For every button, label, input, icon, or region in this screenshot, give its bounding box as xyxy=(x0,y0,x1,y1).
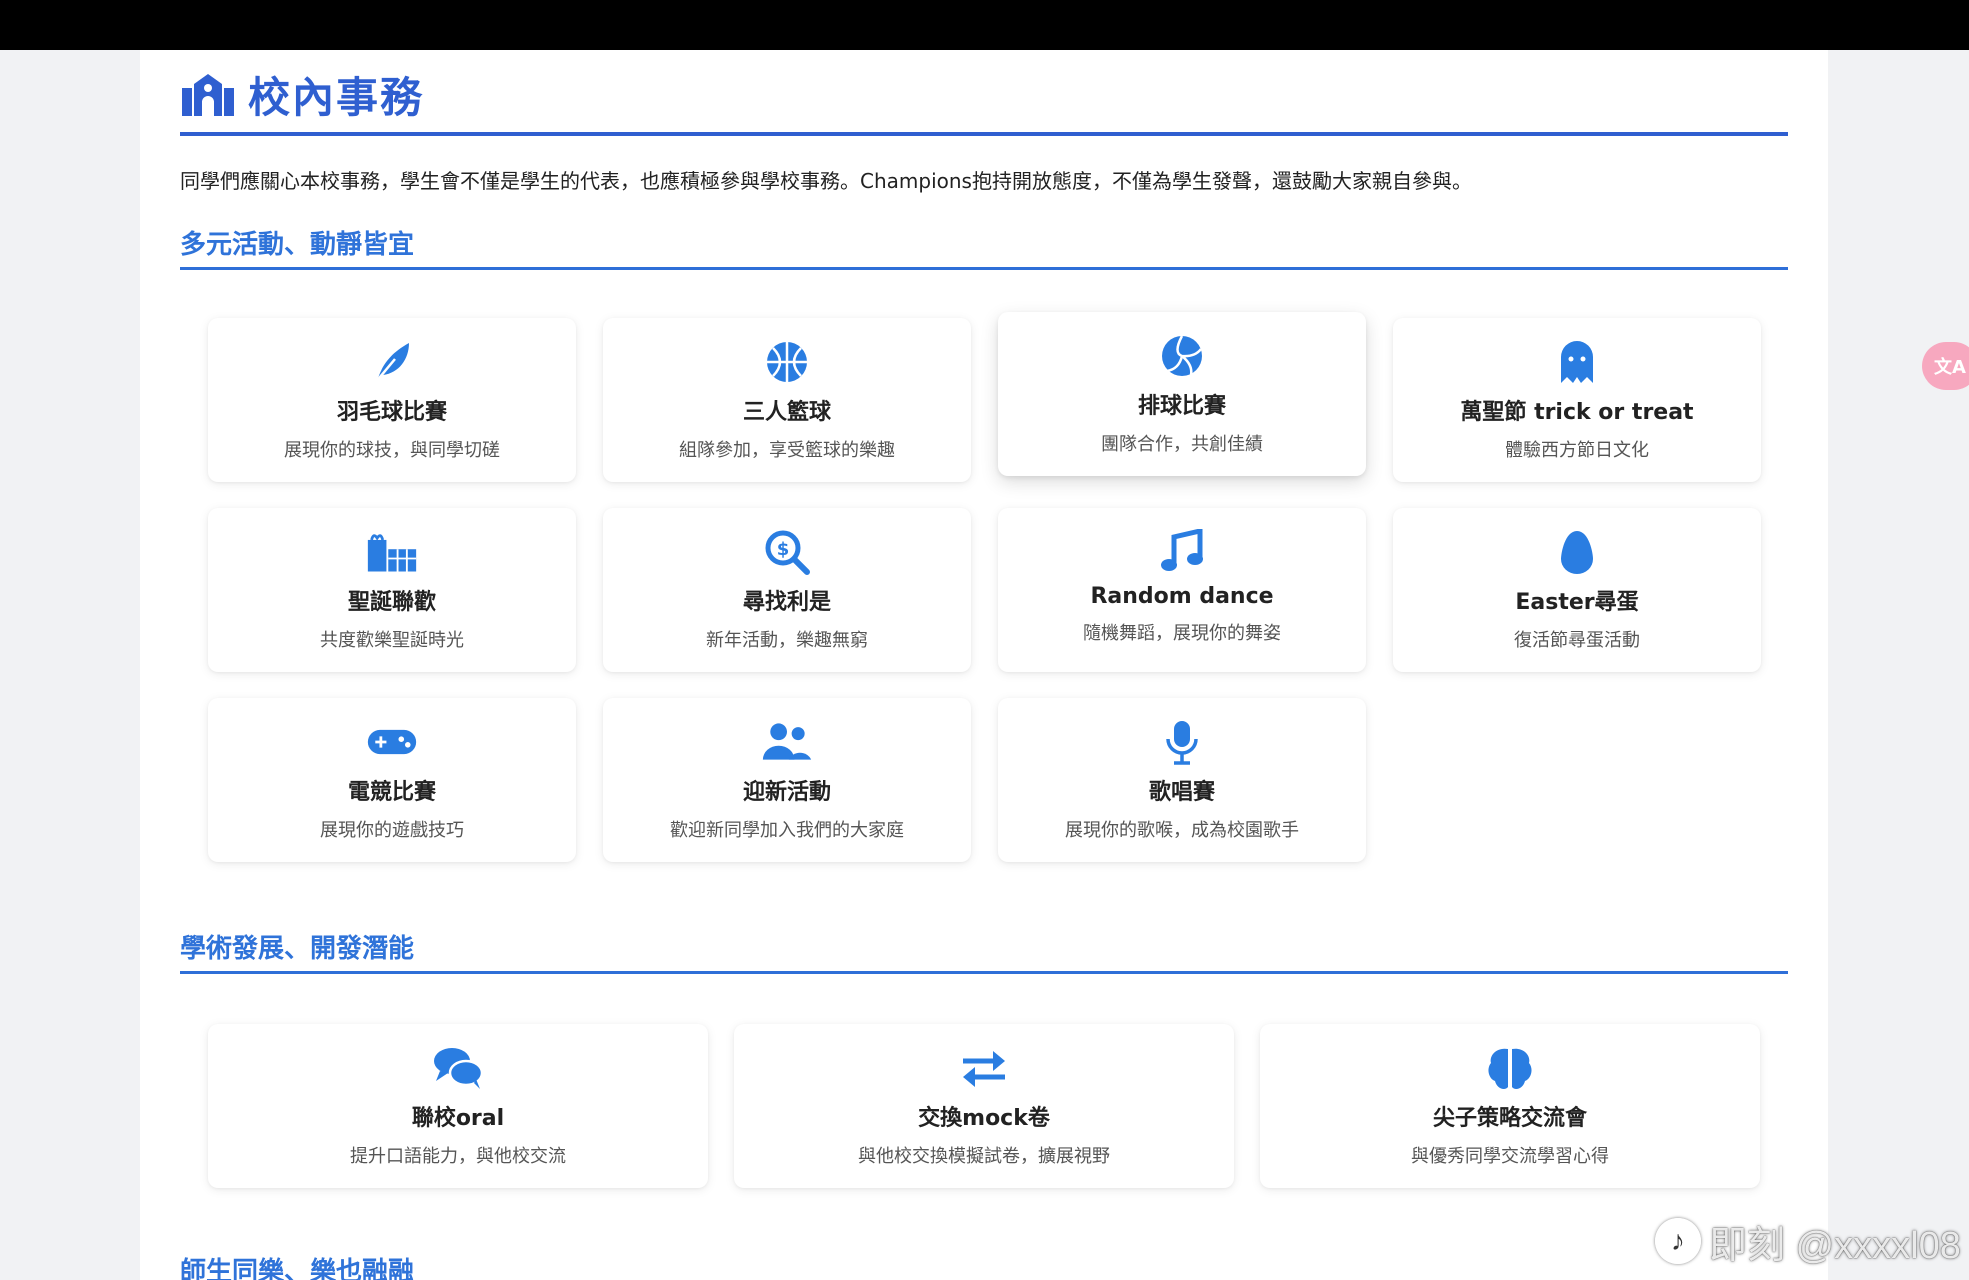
watermark: ♪ 即刻 @xxxxl08 xyxy=(1655,1216,1961,1267)
card-title: Random dance xyxy=(1090,584,1274,609)
brain-icon xyxy=(1484,1042,1536,1094)
egg-icon xyxy=(1551,526,1603,578)
page-header: 校內事務 xyxy=(180,56,1788,136)
section-title-activities: 多元活動、動靜皆宜 xyxy=(180,220,1788,270)
card-title: 羽毛球比賽 xyxy=(336,400,447,425)
tiktok-icon: ♪ xyxy=(1655,1218,1701,1264)
card-desc: 隨機舞蹈，展現你的舞姿 xyxy=(1083,623,1281,644)
top-black-bar xyxy=(0,0,1969,50)
card-halloween[interactable]: 萬聖節 trick or treat 體驗西方節日文化 xyxy=(1393,318,1761,482)
intro-text: 同學們應關心本校事務，學生會不僅是學生的代表，也應積極參與學校事務。Champi… xyxy=(180,169,1472,193)
card-random-dance[interactable]: Random dance 隨機舞蹈，展現你的舞姿 xyxy=(998,508,1366,672)
card-red-packet[interactable]: $ 尋找利是 新年活動，樂趣無窮 xyxy=(603,508,971,672)
card-desc: 與優秀同學交流學習心得 xyxy=(1411,1146,1609,1167)
card-orientation[interactable]: 迎新活動 歡迎新同學加入我們的大家庭 xyxy=(603,698,971,862)
svg-text:$: $ xyxy=(777,539,790,560)
search-dollar-icon: $ xyxy=(761,526,813,578)
card-desc: 展現你的遊戲技巧 xyxy=(320,820,464,841)
card-christmas[interactable]: 聖誕聯歡 共度歡樂聖誕時光 xyxy=(208,508,576,672)
card-title: 排球比賽 xyxy=(1137,394,1226,419)
page-title: 校內事務 xyxy=(248,72,425,122)
users-icon xyxy=(761,716,813,768)
card-title: 聖誕聯歡 xyxy=(347,590,436,615)
card-joint-oral[interactable]: 聯校oral 提升口語能力，與他校交流 xyxy=(208,1024,708,1188)
card-desc: 團隊合作，共創佳績 xyxy=(1101,434,1263,455)
card-title: 聯校oral xyxy=(411,1106,505,1131)
school-icon xyxy=(180,69,236,119)
card-title: 三人籃球 xyxy=(742,400,831,425)
card-title: Easter尋蛋 xyxy=(1515,590,1639,615)
microphone-icon xyxy=(1156,716,1208,768)
volleyball-icon xyxy=(1156,330,1208,382)
gamepad-icon xyxy=(366,716,418,768)
translate-icon: 文A xyxy=(1934,357,1966,378)
card-desc: 展現你的球技，與同學切磋 xyxy=(284,440,500,461)
card-title: 尋找利是 xyxy=(742,590,831,615)
card-desc: 復活節尋蛋活動 xyxy=(1514,630,1640,651)
card-title: 萬聖節 trick or treat xyxy=(1460,400,1694,425)
card-title: 尖子策略交流會 xyxy=(1432,1106,1587,1131)
card-esports[interactable]: 電競比賽 展現你的遊戲技巧 xyxy=(208,698,576,862)
card-desc: 新年活動，樂趣無窮 xyxy=(706,630,868,651)
card-desc: 共度歡樂聖誕時光 xyxy=(320,630,464,651)
page-content: 校內事務 同學們應關心本校事務，學生會不僅是學生的代表，也應積極參與學校事務。C… xyxy=(140,50,1828,1280)
card-strategy-sharing[interactable]: 尖子策略交流會 與優秀同學交流學習心得 xyxy=(1260,1024,1760,1188)
card-title: 電競比賽 xyxy=(347,780,436,805)
card-mock-exchange[interactable]: 交換mock卷 與他校交換模擬試卷，擴展視野 xyxy=(734,1024,1234,1188)
card-desc: 歡迎新同學加入我們的大家庭 xyxy=(670,820,904,841)
card-desc: 體驗西方節日文化 xyxy=(1505,440,1649,461)
comments-icon xyxy=(432,1042,484,1094)
card-badminton[interactable]: 羽毛球比賽 展現你的球技，與同學切磋 xyxy=(208,318,576,482)
card-desc: 展現你的歌喉，成為校園歌手 xyxy=(1065,820,1299,841)
card-desc: 組隊參加，享受籃球的樂趣 xyxy=(679,440,895,461)
gifts-icon xyxy=(366,526,418,578)
translate-button[interactable]: 文A xyxy=(1922,342,1969,390)
card-desc: 與他校交換模擬試卷，擴展視野 xyxy=(858,1146,1110,1167)
card-basketball[interactable]: 三人籃球 組隊參加，享受籃球的樂趣 xyxy=(603,318,971,482)
feather-icon xyxy=(366,336,418,388)
music-icon xyxy=(1156,526,1208,578)
card-singing[interactable]: 歌唱賽 展現你的歌喉，成為校園歌手 xyxy=(998,698,1366,862)
section-title-teacher-student: 師生同樂、樂也融融 xyxy=(180,1257,415,1280)
card-volleyball[interactable]: 排球比賽 團隊合作，共創佳績 xyxy=(998,312,1366,476)
card-desc: 提升口語能力，與他校交流 xyxy=(350,1146,566,1167)
basketball-icon xyxy=(761,336,813,388)
card-easter[interactable]: Easter尋蛋 復活節尋蛋活動 xyxy=(1393,508,1761,672)
card-title: 迎新活動 xyxy=(742,780,831,805)
watermark-text: 即刻 @xxxxl08 xyxy=(1709,1224,1961,1267)
ghost-icon xyxy=(1551,336,1603,388)
exchange-icon xyxy=(958,1042,1010,1094)
card-title: 歌唱賽 xyxy=(1148,780,1215,805)
section-title-academic: 學術發展、開發潛能 xyxy=(180,924,1788,974)
card-title: 交換mock卷 xyxy=(918,1106,1050,1131)
